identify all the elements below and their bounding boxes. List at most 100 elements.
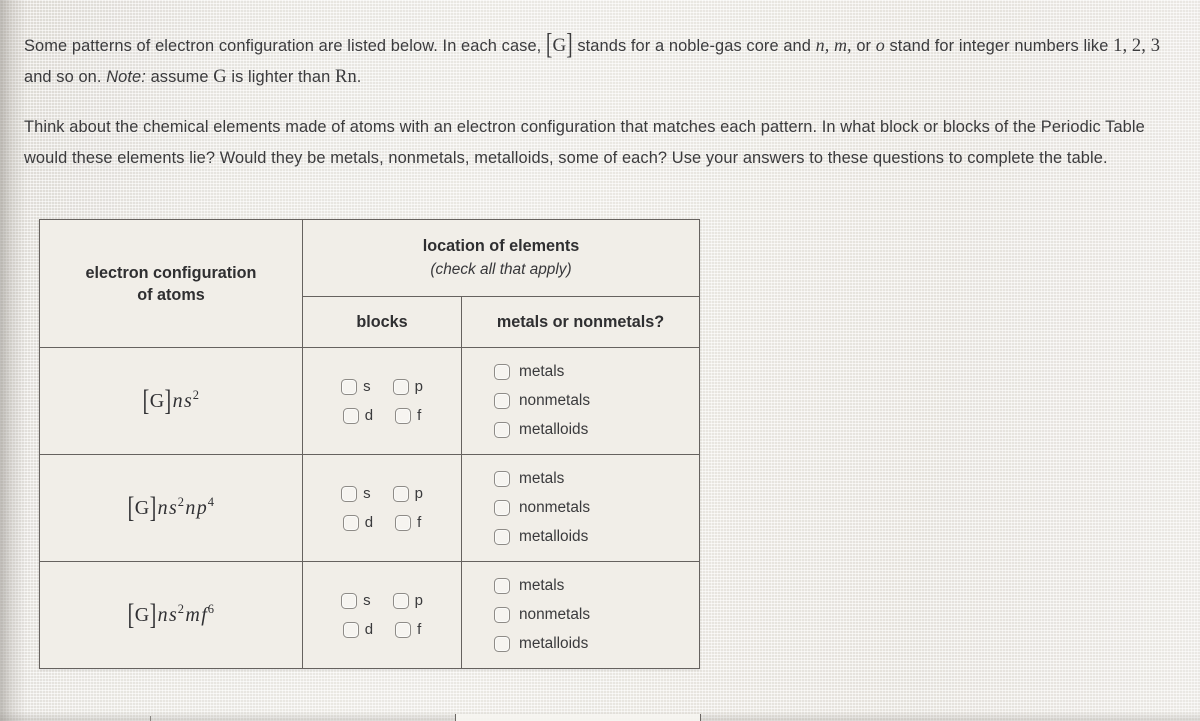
para1-segment-3: stand for integer numbers like xyxy=(889,37,1109,55)
checkbox-label: metals xyxy=(519,577,565,595)
checkbox-option-p-3[interactable]: p xyxy=(392,592,423,609)
note-segment-1: assume xyxy=(150,68,209,86)
checkbox-label: nonmetals xyxy=(519,499,591,517)
checkbox-label: nonmetals xyxy=(519,606,591,624)
checkbox-option-metalloids-3[interactable]: metalloids xyxy=(494,636,699,652)
checkbox-option-metals-3[interactable]: metals xyxy=(494,578,699,594)
checkbox-icon[interactable] xyxy=(395,514,412,531)
checkbox-icon[interactable] xyxy=(341,378,358,395)
table-next-row-sliver xyxy=(455,714,701,721)
blocks-checkbox-group-2: s p d f xyxy=(303,482,461,535)
checkbox-option-metalloids-2[interactable]: metalloids xyxy=(494,529,699,545)
noble-gas-core-symbol: [G] xyxy=(546,28,573,62)
checkbox-option-metalloids-1[interactable]: metalloids xyxy=(494,422,699,438)
checkbox-option-metals-1[interactable]: metals xyxy=(494,364,699,380)
checkbox-option-s-3[interactable]: s xyxy=(341,592,371,609)
blocks-checkbox-group-3: s p d f xyxy=(303,589,461,642)
blocks-row-bottom-2: d f xyxy=(342,514,422,531)
blocks-row-bottom-1: d f xyxy=(342,407,421,424)
checkbox-label: p xyxy=(414,378,423,395)
blocks-row-top-3: s p xyxy=(341,592,423,609)
checkbox-icon[interactable] xyxy=(494,607,510,623)
checkbox-icon[interactable] xyxy=(392,378,409,395)
checkbox-icon[interactable] xyxy=(494,578,510,594)
checkbox-option-f-2[interactable]: f xyxy=(395,514,422,531)
table-row: [G]ns2np4 s p d f metals nonmetals metal… xyxy=(39,454,701,562)
checkbox-label: p xyxy=(414,592,423,609)
note-segment-2: is lighter than xyxy=(231,68,331,86)
header-electron-configuration: electron configuration of atoms xyxy=(39,219,303,348)
checkbox-label: d xyxy=(364,514,374,531)
table-row: [G]ns2 s p d f metals nonmetals metalloi… xyxy=(39,347,701,455)
para1-segment-2: stands for a noble-gas core and xyxy=(577,37,811,55)
checkbox-icon[interactable] xyxy=(341,592,358,609)
checkbox-option-f-3[interactable]: f xyxy=(395,621,421,638)
metals-cell-row-1: metals nonmetals metalloids xyxy=(460,347,701,455)
checkbox-label: nonmetals xyxy=(519,392,591,410)
checkbox-icon[interactable] xyxy=(342,514,359,531)
checkbox-icon[interactable] xyxy=(494,500,510,516)
checkbox-icon[interactable] xyxy=(494,636,510,652)
note-label: Note: xyxy=(106,68,146,86)
checkbox-icon[interactable] xyxy=(494,422,510,438)
metals-checkbox-group-2: metals nonmetals metalloids xyxy=(462,467,699,549)
checkbox-icon[interactable] xyxy=(494,529,510,545)
blocks-row-top-1: s p xyxy=(341,378,423,395)
note-core-symbol: G xyxy=(213,67,227,87)
checkbox-icon[interactable] xyxy=(395,407,412,424)
para1-or: or xyxy=(856,37,872,55)
left-edge-shadow xyxy=(0,0,26,721)
checkbox-label: p xyxy=(414,485,423,502)
checkbox-option-nonmetals-3[interactable]: nonmetals xyxy=(494,607,699,623)
checkbox-icon[interactable] xyxy=(342,621,359,638)
para1-variable-o: o xyxy=(875,35,885,55)
para1-segment-4: and so on. xyxy=(24,68,102,86)
config-cell-row-2: [G]ns2np4 xyxy=(39,454,303,562)
checkbox-option-s-1[interactable]: s xyxy=(341,378,371,395)
note-radon-symbol: Rn xyxy=(335,67,357,87)
checkbox-option-nonmetals-2[interactable]: nonmetals xyxy=(494,500,699,516)
checkbox-label: metalloids xyxy=(519,421,589,439)
header-location-subtitle: (check all that apply) xyxy=(430,261,572,278)
checkbox-option-s-2[interactable]: s xyxy=(341,485,371,502)
checkbox-option-d-1[interactable]: d xyxy=(342,407,373,424)
checkbox-label: metals xyxy=(519,363,565,381)
checkbox-option-metals-2[interactable]: metals xyxy=(494,471,699,487)
checkbox-icon[interactable] xyxy=(395,621,412,638)
metals-cell-row-2: metals nonmetals metalloids xyxy=(460,454,701,562)
checkbox-option-d-3[interactable]: d xyxy=(342,621,373,638)
checkbox-label: s xyxy=(363,378,371,395)
checkbox-icon[interactable] xyxy=(392,485,409,502)
checkbox-label: s xyxy=(363,592,371,609)
blocks-checkbox-group-1: s p d f xyxy=(303,375,461,428)
header-config-line1: electron configuration xyxy=(85,263,257,282)
checkbox-label: metalloids xyxy=(519,528,589,546)
checkbox-icon[interactable] xyxy=(494,364,510,380)
config-cell-row-1: [G]ns2 xyxy=(39,347,303,455)
checkbox-icon[interactable] xyxy=(341,485,358,502)
problem-paragraph-2: Think about the chemical elements made o… xyxy=(24,118,1145,167)
note-period: . xyxy=(356,68,362,86)
checkbox-label: f xyxy=(417,514,422,531)
checkbox-icon[interactable] xyxy=(342,407,359,424)
para1-integer-examples: 1, 2, 3 xyxy=(1113,36,1161,56)
checkbox-option-f-1[interactable]: f xyxy=(395,407,421,424)
checkbox-icon[interactable] xyxy=(392,592,409,609)
checkbox-option-d-2[interactable]: d xyxy=(342,514,374,531)
blocks-row-top-2: s p xyxy=(341,485,423,502)
electron-configuration-3: [G]ns2mf6 xyxy=(127,597,215,631)
electron-configuration-table: electron configuration of atoms location… xyxy=(39,219,701,669)
header-location-title: location of elements xyxy=(422,237,580,255)
header-location-of-elements: location of elements (check all that app… xyxy=(301,219,701,297)
header-config-line2: of atoms xyxy=(137,285,205,304)
checkbox-label: metalloids xyxy=(519,635,589,653)
header-metals-or-nonmetals: metals or nonmetals? xyxy=(460,296,701,348)
checkbox-option-p-2[interactable]: p xyxy=(392,485,423,502)
checkbox-icon[interactable] xyxy=(494,471,510,487)
checkbox-icon[interactable] xyxy=(494,393,510,409)
electron-configuration-2: [G]ns2np4 xyxy=(127,490,215,524)
para1-variables-nm: n, m, xyxy=(815,35,852,55)
table-header-row-1: electron configuration of atoms location… xyxy=(39,219,701,348)
checkbox-option-nonmetals-1[interactable]: nonmetals xyxy=(494,393,699,409)
checkbox-option-p-1[interactable]: p xyxy=(392,378,423,395)
